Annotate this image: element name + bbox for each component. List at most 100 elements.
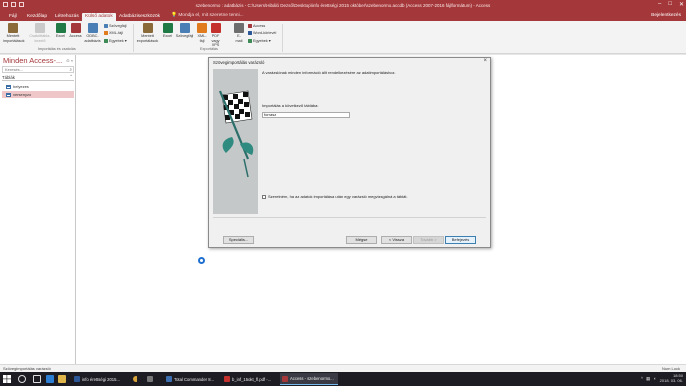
import-text-file-button[interactable]: Szövegfájl	[104, 24, 127, 28]
import-target-table-input[interactable]: forrasz	[262, 112, 350, 118]
edge-browser-icon[interactable]	[46, 375, 54, 383]
title-bar: szebenormo : adatbázis - C:\Users\Hibáló…	[0, 0, 686, 11]
taskbar-app-pdf[interactable]: b_inf_15okt_fl.pdf -...	[222, 373, 278, 385]
navigation-pane: Minden Access-... ⊙ « Keresés... ⌕ Táblá…	[0, 55, 76, 364]
window-controls: – □ ✕	[658, 1, 684, 8]
sign-in-link[interactable]: Bejelentkezés	[651, 13, 681, 18]
restore-button[interactable]: □	[668, 1, 672, 8]
tab-external-data[interactable]: Külső adatok	[82, 13, 116, 21]
tab-create[interactable]: Létrehozás	[52, 13, 82, 21]
taskbar-app-word[interactable]: info érettségi 2015...	[72, 373, 127, 385]
clock[interactable]: 18:50 2018. 03. 06.	[660, 373, 683, 383]
taskbar-app-label: b_inf_15okt_fl.pdf -...	[232, 376, 272, 382]
saved-imports-label: Mentett importálások	[3, 34, 25, 43]
analyze-table-label: Szeretném, ha az adatok importálása után…	[268, 194, 408, 199]
chevron-down-icon: ▾	[268, 39, 271, 43]
search-icon[interactable]	[18, 375, 26, 383]
nav-pane-title[interactable]: Minden Access-...	[3, 56, 62, 65]
status-bar: Szövegimportálás varázsló Num Lock	[0, 364, 686, 372]
linked-table-manager-label: Csatolttábla-kezelő	[29, 34, 51, 43]
tab-file[interactable]: Fájl	[6, 13, 20, 21]
app-icon	[147, 376, 153, 382]
dialog-title: Szövegimportálás varázsló	[213, 60, 265, 65]
nav-item-versenyzo[interactable]: versenyzo	[2, 91, 74, 98]
shutter-bar-close-icon[interactable]: «	[71, 58, 73, 63]
linked-table-manager-button[interactable]: Csatolttábla-kezelő	[27, 23, 53, 43]
nav-pane-controls: ⊙ «	[66, 58, 73, 63]
tell-me-box[interactable]: 💡 Mondja el, mit szeretne tenni...	[171, 13, 244, 18]
import-target-label: Importálás a következő táblába:	[262, 103, 319, 108]
import-odbc-label: ODBC-adatbázis	[84, 34, 101, 43]
network-icon[interactable]: ▦	[646, 376, 650, 382]
minimize-button[interactable]: –	[658, 1, 661, 8]
table-icon	[6, 84, 11, 89]
export-xml-file-button[interactable]: XML-fájl	[196, 23, 208, 43]
import-odbc-button[interactable]: ODBC-adatbázis	[84, 23, 101, 43]
pdf-icon	[224, 376, 230, 382]
taskbar-app-total-commander[interactable]: Total Commander 8...	[164, 373, 219, 385]
tab-home[interactable]: Kezdőlap	[24, 13, 50, 21]
taskbar-app-generic[interactable]	[145, 373, 157, 385]
tell-me-text: Mondja el, mit szeretne tenni...	[178, 13, 244, 18]
search-icon: ⌕	[69, 67, 72, 72]
task-view-icon[interactable]	[33, 375, 41, 383]
import-access-label: Access	[69, 34, 82, 38]
import-xml-file-button[interactable]: XML-fájl	[104, 31, 123, 35]
import-more-button[interactable]: Egyebek ▾	[104, 38, 127, 43]
export-excel-label: Excel	[162, 34, 173, 38]
export-group-label: Exportálás	[200, 47, 218, 51]
checkered-flag-illustration	[213, 69, 258, 214]
ribbon-tabs: Fájl Kezdőlap Létrehozás Külső adatok Ad…	[0, 11, 686, 21]
import-access-button[interactable]: Access	[69, 23, 82, 39]
clock-date: 2018. 03. 06.	[659, 378, 683, 383]
nav-group-tables[interactable]: Táblák ⌃	[2, 74, 74, 81]
cancel-button[interactable]: Mégse	[346, 236, 377, 244]
windows-start-icon[interactable]	[3, 375, 11, 383]
word-merge-label: Word-körlevél	[253, 31, 277, 35]
tab-database-tools[interactable]: Adatbáziseszközök	[116, 13, 163, 21]
chrome-icon	[133, 376, 137, 382]
ribbon: Mentett importálások Csatolttábla-kezelő…	[0, 21, 686, 54]
finish-button[interactable]: Befejezés	[445, 236, 476, 244]
saved-imports-icon	[8, 23, 18, 33]
pdf-icon	[210, 23, 221, 33]
chevron-up-icon[interactable]: ^	[641, 376, 643, 382]
file-explorer-icon[interactable]	[58, 375, 66, 383]
dialog-close-button[interactable]: ×	[483, 58, 487, 64]
analyze-table-option[interactable]: Szeretném, ha az adatok importálása után…	[262, 194, 408, 199]
taskbar-app-chrome[interactable]	[131, 373, 137, 385]
import-excel-button[interactable]: Excel	[55, 23, 66, 39]
access-icon	[248, 24, 252, 28]
export-excel-button[interactable]: Excel	[162, 23, 173, 39]
close-button[interactable]: ✕	[679, 1, 684, 8]
total-commander-icon	[166, 376, 172, 382]
nav-search-input[interactable]: Keresés... ⌕	[2, 66, 74, 73]
export-more-button[interactable]: Egyebek ▾	[248, 38, 271, 43]
chevron-down-icon[interactable]: ⊙	[66, 58, 69, 63]
taskbar-app-access[interactable]: Access - szebenormo...	[280, 373, 338, 385]
export-text-file-label: Szövegfájl	[175, 34, 194, 38]
odbc-icon	[87, 23, 98, 33]
nav-search-placeholder: Keresés...	[5, 67, 24, 72]
export-text-file-button[interactable]: Szövegfájl	[175, 23, 194, 39]
export-pdf-xps-button[interactable]: PDF vagy XPS	[209, 23, 222, 48]
back-button[interactable]: < Vissza	[381, 236, 412, 244]
table-icon	[6, 92, 11, 97]
next-button[interactable]: Tovább >	[413, 236, 444, 244]
mouse-cursor-indicator	[198, 257, 205, 264]
export-access-button[interactable]: Access	[248, 24, 265, 28]
saved-imports-button[interactable]: Mentett importálások	[3, 23, 25, 43]
group-divider	[282, 24, 283, 52]
volume-icon[interactable]: ◖	[653, 376, 656, 382]
dialog-divider	[213, 217, 486, 218]
saved-exports-button[interactable]: Mentett exportálások	[136, 23, 159, 43]
window-title: szebenormo : adatbázis - C:\Users\Hibáló…	[195, 3, 491, 8]
word-merge-button[interactable]: Word-körlevél	[248, 31, 276, 35]
export-email-button[interactable]: E-mail	[234, 23, 244, 43]
advanced-button[interactable]: Speciális...	[223, 236, 254, 244]
nav-item-helyezes[interactable]: helyezes	[2, 83, 74, 90]
analyze-table-checkbox[interactable]	[262, 194, 266, 199]
taskbar-app-label: Total Commander 8...	[174, 376, 215, 382]
text-file-icon	[179, 23, 190, 33]
access-icon	[70, 23, 81, 33]
